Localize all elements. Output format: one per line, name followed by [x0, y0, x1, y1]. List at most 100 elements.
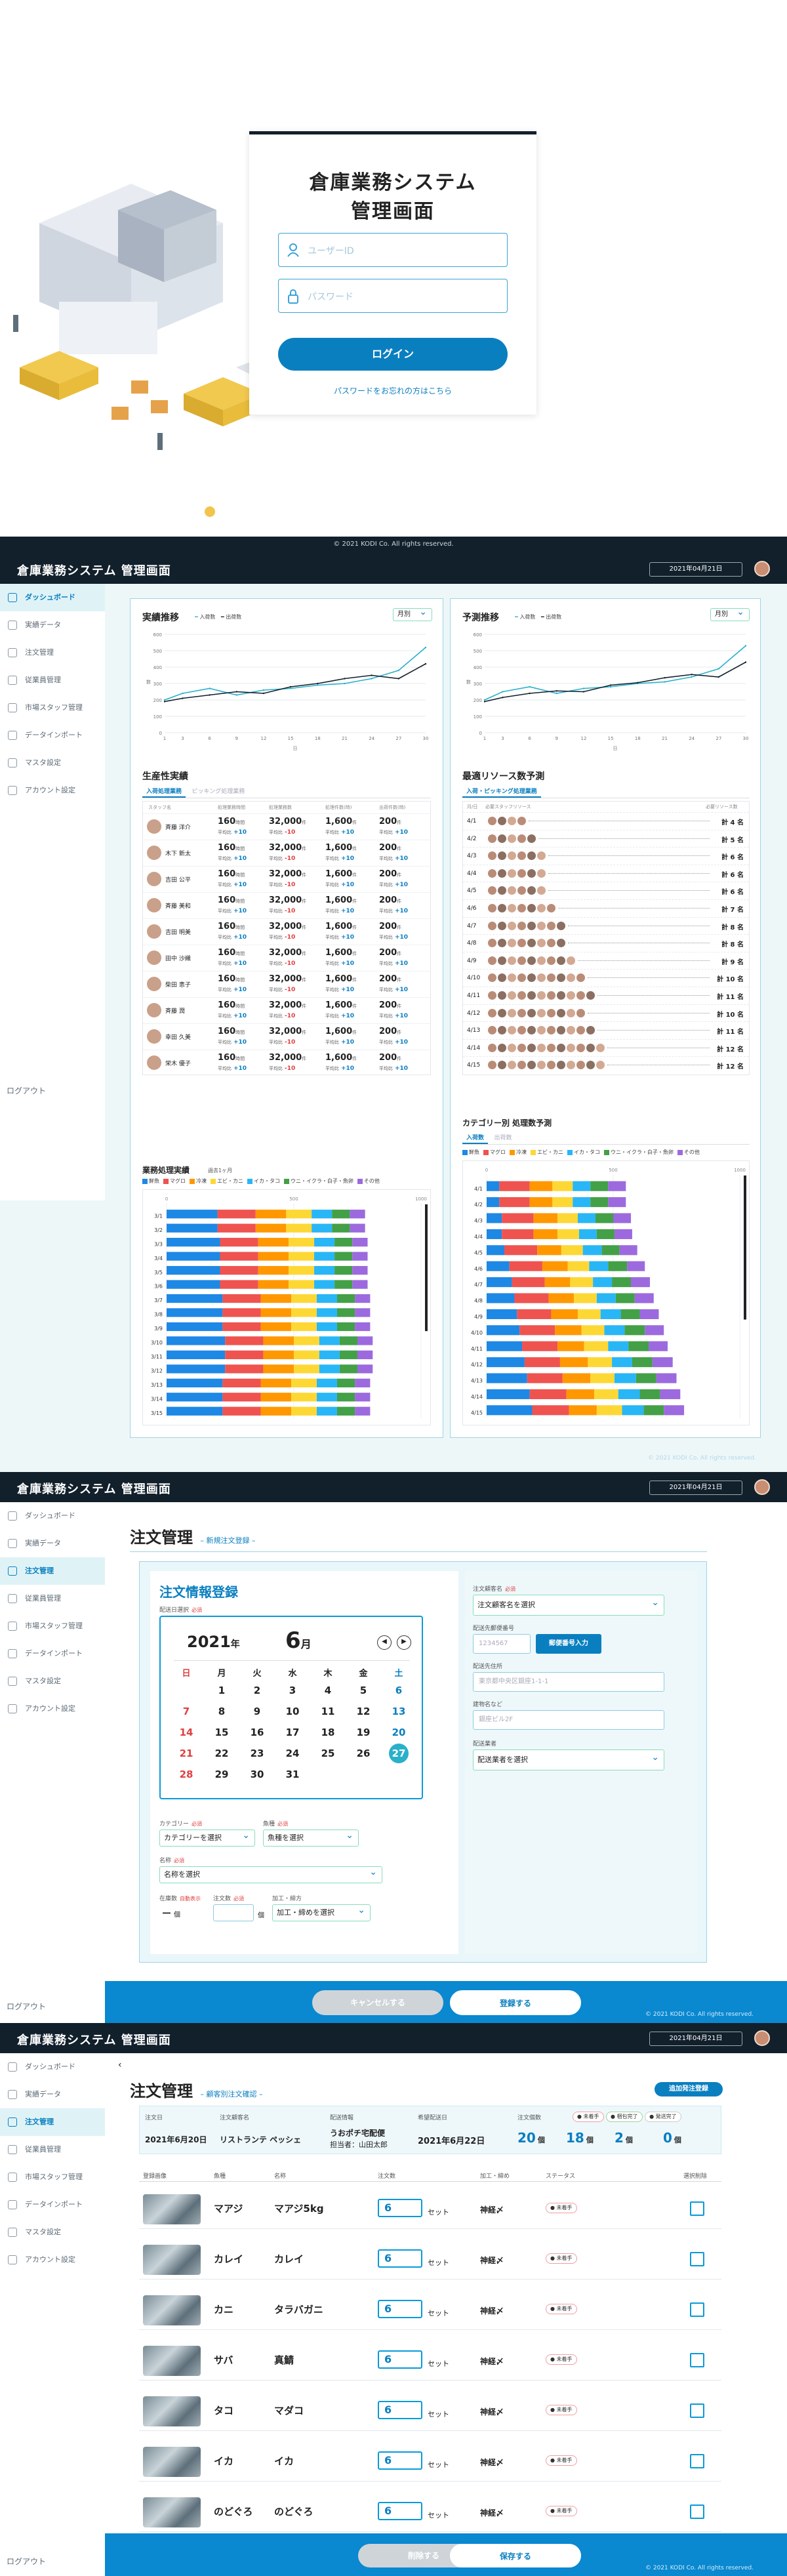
sidebar-item-6[interactable]: マスタ設定	[0, 1667, 105, 1695]
calendar-day[interactable]: 4	[310, 1680, 346, 1701]
calendar-day[interactable]: 20	[381, 1722, 416, 1743]
zip-lookup-button[interactable]: 郵便番号入力	[536, 1634, 601, 1654]
sidebar-item-7[interactable]: アカウント設定	[0, 777, 105, 804]
sidebar-item-1[interactable]: 実績データ	[0, 611, 105, 639]
staff-row[interactable]: 吉田 明美 160時間 平均比 +10 32,000件 平均比 -10 1,600件 平均比 +1…	[143, 918, 430, 945]
avatar-3[interactable]	[754, 2030, 770, 2046]
item-qty-input[interactable]: 6	[378, 2249, 422, 2268]
item-qty-input[interactable]: 6	[378, 2451, 422, 2470]
calendar-day[interactable]: 3	[275, 1680, 310, 1701]
cancel-button[interactable]: キャンセルする	[312, 1990, 443, 2015]
delete-checkbox[interactable]	[690, 2353, 704, 2367]
calendar-day[interactable]: 7	[169, 1701, 204, 1722]
item-status-badge[interactable]: ● 未着手	[546, 2203, 577, 2213]
order-item-row[interactable]: マアジ マアジ5kg 6 セット 神経〆 ● 未着手	[139, 2187, 721, 2229]
building-input[interactable]: 銀座ビル2F	[473, 1710, 664, 1730]
order-item-row[interactable]: イカ イカ 6 セット 神経〆 ● 未着手	[139, 2440, 721, 2482]
sidebar-item-5[interactable]: データインポート	[0, 1640, 105, 1667]
tab-cat-inbound[interactable]: 入荷数	[462, 1132, 489, 1144]
calendar-day[interactable]: 9	[239, 1701, 275, 1722]
process-select[interactable]: 加工・締めを選択	[272, 1902, 371, 1921]
calendar-day[interactable]: 28	[169, 1764, 204, 1785]
add-order-button[interactable]: 追加発注登録	[655, 2082, 723, 2096]
sidebar-item-2[interactable]: 注文管理	[0, 1557, 105, 1585]
delete-checkbox[interactable]	[690, 2504, 704, 2519]
calendar-day[interactable]: 25	[310, 1743, 346, 1764]
calendar-day[interactable]: 12	[346, 1701, 381, 1722]
calendar-day[interactable]: 14	[169, 1722, 204, 1743]
calendar-day[interactable]: 27	[381, 1743, 416, 1764]
sidebar-item-2[interactable]: 注文管理	[0, 639, 105, 666]
calendar-day[interactable]: 2	[239, 1680, 275, 1701]
login-button[interactable]: ログイン	[278, 338, 508, 371]
delete-checkbox[interactable]	[690, 2302, 704, 2317]
tab-picking[interactable]: ピッキング処理業務	[188, 785, 249, 796]
staff-row[interactable]: 斉藤 潤 160時間 平均比 +10 32,000件 平均比 -10 1,600件 平均比 +10…	[143, 997, 430, 1023]
category-select[interactable]: カテゴリーを選択	[159, 1828, 255, 1847]
back-icon[interactable]: ‹	[118, 2060, 122, 2070]
order-item-row[interactable]: カニ タラバガニ 6 セット 神経〆 ● 未着手	[139, 2288, 721, 2330]
calendar-day[interactable]: 5	[346, 1680, 381, 1701]
item-status-badge[interactable]: ● 未着手	[546, 2304, 577, 2314]
calendar-day[interactable]: 30	[239, 1764, 275, 1785]
period-select-results[interactable]: 月別	[393, 606, 432, 621]
item-status-badge[interactable]: ● 未着手	[546, 2405, 577, 2415]
scrollbar[interactable]	[425, 1204, 428, 1332]
calendar-day[interactable]: 8	[204, 1701, 239, 1722]
carrier-select[interactable]: 配送業者を選択	[473, 1748, 664, 1770]
sidebar-item-0[interactable]: ダッシュボード	[0, 584, 105, 611]
calendar-day[interactable]: 13	[381, 1701, 416, 1722]
save-button[interactable]: 保存する	[450, 2544, 581, 2567]
item-qty-input[interactable]: 6	[378, 2199, 422, 2217]
sidebar-item-4[interactable]: 市場スタッフ管理	[0, 694, 105, 722]
calendar-day[interactable]: 16	[239, 1722, 275, 1743]
calendar-day[interactable]: 26	[346, 1743, 381, 1764]
address-input[interactable]: 東京都中央区銀座1-1-1	[473, 1672, 664, 1692]
staff-row[interactable]: 吉田 公平 160時間 平均比 +10 32,000件 平均比 -10 1,600件 平均比 +1…	[143, 866, 430, 892]
avatar-2[interactable]	[754, 1479, 770, 1495]
prev-month-button[interactable]: ◀	[377, 1635, 392, 1650]
sidebar-item-4[interactable]: 市場スタッフ管理	[0, 1612, 105, 1640]
calendar-day[interactable]: 18	[310, 1722, 346, 1743]
zip-input[interactable]: 1234567	[473, 1634, 531, 1654]
user-id-field[interactable]: ユーザーID	[278, 233, 508, 267]
calendar-day[interactable]: 31	[275, 1764, 310, 1785]
customer-select[interactable]: 注文顧客名を選択	[473, 1593, 664, 1616]
scrollbar[interactable]	[744, 1176, 746, 1320]
forgot-password-link[interactable]: パスワードをお忘れの方はこちら	[249, 385, 536, 396]
sidebar-item-0[interactable]: ダッシュボード	[0, 2053, 105, 2081]
calendar-day[interactable]: 15	[204, 1722, 239, 1743]
calendar-day[interactable]: 22	[204, 1743, 239, 1764]
register-button[interactable]: 登録する	[450, 1990, 581, 2015]
order-item-row[interactable]: カレイ カレイ 6 セット 神経〆 ● 未着手	[139, 2238, 721, 2280]
sidebar-item-5[interactable]: データインポート	[0, 722, 105, 749]
staff-row[interactable]: 斉藤 洋介 160時間 平均比 +10 32,000件 平均比 -10 1,600件 平均比 +1…	[143, 813, 430, 840]
order-item-row[interactable]: サバ 真鯖 6 セット 神経〆 ● 未着手	[139, 2339, 721, 2381]
item-status-badge[interactable]: ● 未着手	[546, 2506, 577, 2516]
sidebar-item-6[interactable]: マスタ設定	[0, 749, 105, 777]
order-item-row[interactable]: のどぐろ のどぐろ 6 セット 神経〆 ● 未着手	[139, 2490, 721, 2532]
order-item-row[interactable]: タコ マダコ 6 セット 神経〆 ● 未着手	[139, 2389, 721, 2431]
item-qty-input[interactable]: 6	[378, 2502, 422, 2520]
tab-resource[interactable]: 入荷・ピッキング処理業務	[462, 785, 541, 798]
item-qty-input[interactable]: 6	[378, 2300, 422, 2318]
calendar-day[interactable]: 29	[204, 1764, 239, 1785]
sidebar-item-2[interactable]: 注文管理	[0, 2108, 105, 2136]
calendar-day[interactable]: 6	[381, 1680, 416, 1701]
fish-select[interactable]: 魚種を選択	[263, 1828, 359, 1847]
staff-row[interactable]: 斉藤 美和 160時間 平均比 +10 32,000件 平均比 -10 1,600件 平均比 +1…	[143, 892, 430, 918]
item-qty-input[interactable]: 6	[378, 2401, 422, 2419]
sidebar-item-3[interactable]: 従業員管理	[0, 1585, 105, 1612]
staff-row[interactable]: 幸田 久美 160時間 平均比 +10 32,000件 平均比 -10 1,600件 平均比 +1…	[143, 1023, 430, 1050]
delete-checkbox[interactable]	[690, 2403, 704, 2418]
calendar-day[interactable]: 24	[275, 1743, 310, 1764]
password-field[interactable]: パスワード	[278, 279, 508, 313]
delete-checkbox[interactable]	[690, 2454, 704, 2468]
item-status-badge[interactable]: ● 未着手	[546, 2253, 577, 2264]
item-status-badge[interactable]: ● 未着手	[546, 2354, 577, 2365]
calendar-day[interactable]: 11	[310, 1701, 346, 1722]
staff-row[interactable]: 栄木 優子 160時間 平均比 +10 32,000件 平均比 -10 1,600件 平均比 +1…	[143, 1050, 430, 1074]
staff-row[interactable]: 木下 新太 160時間 平均比 +10 32,000件 平均比 -10 1,600件 平均比 +1…	[143, 840, 430, 866]
sidebar-item-4[interactable]: 市場スタッフ管理	[0, 2163, 105, 2191]
sidebar-item-7[interactable]: アカウント設定	[0, 2246, 105, 2274]
